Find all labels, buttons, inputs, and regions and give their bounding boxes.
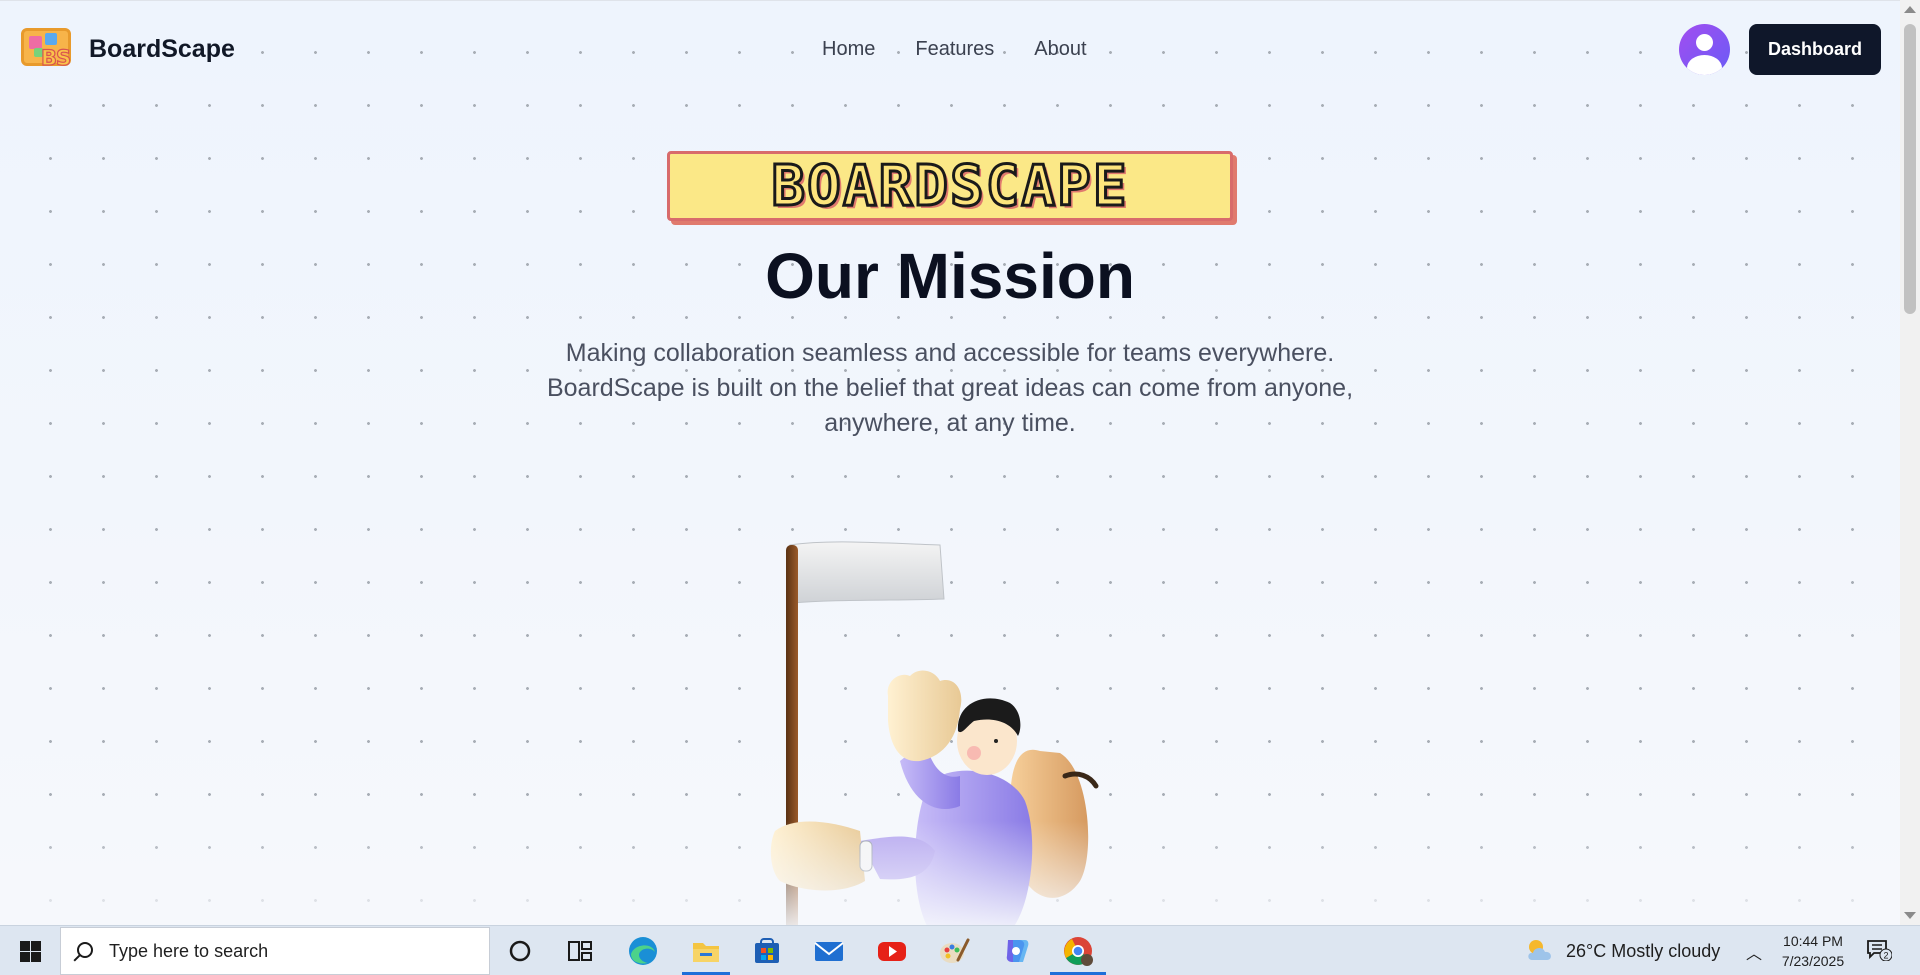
scroll-thumb[interactable] bbox=[1904, 24, 1916, 314]
cloudy-weather-icon[interactable] bbox=[1524, 936, 1556, 966]
logo-letters: BS bbox=[40, 45, 71, 70]
mail-icon[interactable] bbox=[812, 934, 846, 968]
pixel-logo-banner: BOARDSCAPE bbox=[667, 151, 1233, 221]
scroll-up-arrow-icon[interactable] bbox=[1904, 6, 1916, 13]
file-explorer-icon[interactable] bbox=[689, 934, 723, 968]
bottom-fade-overlay bbox=[0, 821, 1900, 925]
search-placeholder: Type here to search bbox=[109, 941, 269, 961]
dashboard-button[interactable]: Dashboard bbox=[1749, 24, 1881, 75]
clock-date: 7/23/2025 bbox=[1781, 953, 1845, 969]
page-title: Our Mission bbox=[765, 240, 1135, 312]
store-icon[interactable] bbox=[750, 934, 784, 968]
task-view-icon[interactable] bbox=[563, 934, 597, 968]
taskbar-clock[interactable]: 10:44 PM 7/23/2025 bbox=[1770, 931, 1856, 971]
logo-sticky-blue bbox=[45, 33, 57, 45]
brand-logo[interactable]: BS bbox=[21, 28, 79, 74]
start-button[interactable] bbox=[0, 926, 60, 975]
youtube-icon[interactable] bbox=[875, 934, 909, 968]
paint-icon[interactable] bbox=[937, 934, 971, 968]
search-icon bbox=[77, 942, 93, 958]
windows-taskbar: Type here to search 26°C Mostly cloudy ︿… bbox=[0, 925, 1920, 975]
vertical-scrollbar[interactable] bbox=[1900, 0, 1920, 925]
avatar-head-shape bbox=[1696, 34, 1713, 51]
windows-logo-icon bbox=[20, 941, 30, 951]
notification-count: 2 bbox=[1883, 951, 1888, 961]
site-header: BS BoardScape Home Features About Dashbo… bbox=[0, 1, 1900, 101]
nav-link-about[interactable]: About bbox=[1034, 38, 1086, 61]
avatar-body-shape bbox=[1687, 55, 1722, 75]
main-nav: Home Features About bbox=[822, 38, 1087, 61]
taskbar-search-input[interactable]: Type here to search bbox=[60, 927, 490, 975]
scroll-down-arrow-icon[interactable] bbox=[1904, 912, 1916, 919]
nav-link-home[interactable]: Home bbox=[822, 38, 875, 61]
pixel-logo-text: BOARDSCAPE bbox=[770, 152, 1129, 220]
cortana-icon[interactable] bbox=[503, 934, 537, 968]
user-avatar[interactable] bbox=[1679, 24, 1730, 75]
windows-logo-tile bbox=[20, 952, 30, 962]
clock-time: 10:44 PM bbox=[1783, 933, 1843, 949]
weather-status[interactable]: 26°C Mostly cloudy bbox=[1566, 941, 1720, 962]
windows-logo-tile bbox=[31, 952, 41, 962]
chevron-up-icon[interactable]: ︿ bbox=[1746, 940, 1762, 964]
notification-center-icon[interactable]: 2 bbox=[1866, 939, 1892, 961]
chrome-icon[interactable] bbox=[1061, 934, 1095, 968]
windows-logo-tile bbox=[31, 941, 41, 951]
page-viewport: BS BoardScape Home Features About Dashbo… bbox=[0, 0, 1900, 925]
brand-name[interactable]: BoardScape bbox=[89, 35, 235, 64]
nav-link-features[interactable]: Features bbox=[915, 38, 994, 61]
edge-icon[interactable] bbox=[626, 934, 660, 968]
mission-description: Making collaboration seamless and access… bbox=[546, 339, 1354, 437]
copilot-icon[interactable] bbox=[999, 934, 1033, 968]
